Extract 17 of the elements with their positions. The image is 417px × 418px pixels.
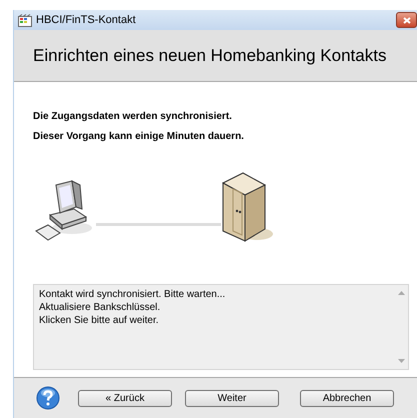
close-button[interactable] [396, 12, 417, 28]
log-line: Klicken Sie bitte auf weiter. [39, 314, 160, 327]
server-icon [221, 171, 275, 243]
log-line: Aktualisiere Bankschlüssel. [39, 301, 162, 314]
app-icon [18, 14, 32, 26]
scroll-up-icon[interactable] [398, 291, 405, 295]
page-heading: Einrichten eines neuen Homebanking Kontakts [33, 46, 386, 66]
window-title: HBCI/FinTS-Kontakt [36, 14, 137, 26]
instruction-text: Die Zugangsdaten werden synchronisiert. [33, 110, 233, 124]
close-icon [402, 16, 410, 24]
log-line: Kontakt wird synchronisiert. Bitte warten... [39, 288, 226, 301]
dialog-button[interactable]: Abbrechen [300, 390, 394, 406]
dialog-button[interactable]: Weiter [185, 390, 279, 406]
help-icon[interactable] [36, 386, 60, 410]
dialog-button[interactable]: « Zurück [78, 390, 172, 406]
scroll-down-icon[interactable] [398, 359, 405, 363]
instruction-text: Dieser Vorgang kann einige Minuten dauern. [33, 130, 245, 144]
